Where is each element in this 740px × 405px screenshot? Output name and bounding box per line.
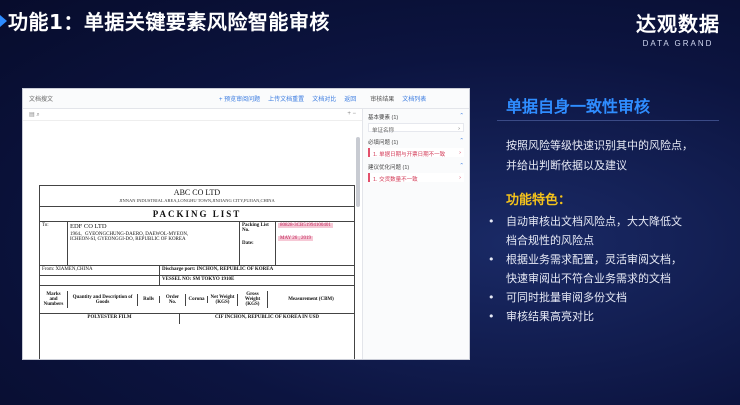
col-order-no: Order No. (160, 293, 186, 306)
brand-logo: 达观数据 DATA GRAND (636, 8, 720, 48)
scrollbar[interactable] (356, 137, 360, 207)
upload-reset-button[interactable]: 上传文档重置 (268, 94, 304, 103)
feature-text: 审核结果高亮对比 (506, 310, 594, 323)
review-item-text: 1. 单据日期与开票日期不一致 (373, 152, 446, 158)
feature-heading: 功能特色： (506, 193, 572, 208)
buyer-company: EDF CO LTD (70, 223, 107, 230)
review-group: 基本要素 (1) ⌃ 单证名称 › (368, 113, 464, 134)
title-arrow-icon (0, 15, 7, 27)
review-header: 审核结果 (370, 97, 395, 103)
review-group: 建议优化问题 (1) ⌃ 1. 交货数量不一致 › (368, 163, 464, 183)
page-icon[interactable]: ▤ ⌕ (29, 111, 40, 118)
packing-list-document: ABC CO LTD JINNAN INDUSTRIAL AREA,LONGHU… (39, 185, 355, 359)
review-item-text: 1. 交货数量不一致 (373, 177, 418, 183)
list-no-highlight[interactable]: 80828-3CB51994100401 (278, 223, 333, 228)
feature-text: 可同时批量审阅多份文档 (506, 291, 627, 304)
slide-title: 功能1：单据关键要素风险智能审核 (8, 10, 330, 34)
feature-item: 自动审核出文档风险点，大大降低文档合规性的风险点 (488, 212, 682, 250)
review-group: 必填问题 (1) ⌃ 1. 单据日期与开票日期不一致 › (368, 138, 464, 158)
from-port: From: XIAMEN,CHINA (40, 266, 160, 275)
viewer-toolbar: ▤ ⌕ + − (23, 109, 362, 121)
col-measurement: Measurement (CBM) (288, 297, 334, 302)
col-gross-weight: Gross Weight (KGS) (238, 291, 268, 308)
doc-list-link[interactable]: 文档列表 (402, 94, 426, 103)
col-net-weight: Net Weight (KGS) (208, 293, 238, 306)
group-label: 基本要素 (1) (368, 115, 399, 121)
discharge-port: Discharge port: INCHON, REPUBLIC OF KORE… (162, 267, 274, 272)
feature-text: 档合规性的风险点 (506, 234, 594, 247)
group-label: 建议优化问题 (1) (368, 165, 410, 171)
feature-text: 快速审阅出不符合业务需求的文档 (506, 272, 671, 285)
vessel-no: VESSEL NO: SM TOKYO 1910E (162, 277, 235, 282)
feature-item: 审核结果高亮对比 (488, 307, 682, 326)
col-rolls: Rolls (138, 296, 160, 303)
seller-company: ABC CO LTD (173, 188, 221, 197)
review-item[interactable]: 单证名称 › (368, 123, 464, 134)
description-line: 按照风险等级快速识别其中的风险点， (506, 139, 693, 152)
review-item-risk[interactable]: 1. 单据日期与开票日期不一致 › (368, 148, 464, 158)
document-viewer: ▤ ⌕ + − ABC CO LTD JINNAN INDUSTRIAL ARE… (23, 109, 363, 359)
chevron-right-icon: › (459, 150, 461, 156)
chevron-right-icon: › (458, 126, 460, 132)
col-marks: Marks and Numbers (40, 291, 68, 308)
buyer-address-1: 1964、GYEONGCHUNG-DAERO, DAEWOL-MYEON, (70, 232, 189, 237)
to-label: To: (40, 222, 68, 265)
date-label: Date: (242, 241, 254, 246)
chevron-right-icon: › (459, 175, 461, 181)
feature-list: 自动审核出文档风险点，大大降低文档合规性的风险点 根据业务需求配置，灵活审阅文档… (488, 212, 682, 326)
description-line: 并给出判断依据以及建议 (506, 159, 627, 172)
compare-button[interactable]: 文档对比 (312, 94, 336, 103)
review-item-risk[interactable]: 1. 交货数量不一致 › (368, 173, 464, 183)
brand-name: 达观数据 (636, 12, 720, 36)
preview-issues-button[interactable]: + 预览审阅问题 (219, 94, 260, 103)
expand-icon[interactable]: ⌃ (459, 163, 464, 171)
divider (497, 120, 719, 121)
back-button[interactable]: 返回 (344, 94, 356, 103)
document-title: 文档搜文 (29, 97, 54, 103)
review-panel: 基本要素 (1) ⌃ 单证名称 › 必填问题 (1) ⌃ 1. 单据日期与开票日期不一… (363, 109, 469, 359)
brand-subtitle: DATA GRAND (642, 39, 714, 48)
expand-icon[interactable]: ⌃ (459, 113, 464, 121)
document-heading: PACKING LIST (40, 206, 354, 222)
seller-address: JINNAN INDUSTRIAL AREA,LONGHU TOWN,JINJI… (119, 198, 275, 203)
zoom-icon[interactable]: + − (347, 111, 356, 118)
expand-icon[interactable]: ⌃ (459, 138, 464, 146)
col-corona: Corona (186, 296, 208, 303)
app-screenshot: 文档搜文 + 预览审阅问题 上传文档重置 文档对比 返回 审核结果 文档列表 ▤… (22, 88, 470, 360)
list-no-label: Packing List No. (242, 223, 269, 233)
feature-item: 根据业务需求配置，灵活审阅文档， 快速审阅出不符合业务需求的文档 (488, 250, 682, 288)
feature-text: 自动审核出文档风险点，大大降低文 (506, 215, 682, 228)
section-description: 按照风险等级快速识别其中的风险点， 并给出判断依据以及建议 (506, 136, 693, 176)
goods-name: POLYESTER FILM (40, 314, 180, 324)
review-item-text: 单证名称 (372, 128, 395, 134)
feature-text: 根据业务需求配置，灵活审阅文档， (506, 253, 682, 266)
buyer-address-2: ICHEON-SI, GYEONGGI-DO, REPUBLIC OF KORE… (70, 237, 186, 242)
app-toolbar: 文档搜文 + 预览审阅问题 上传文档重置 文档对比 返回 审核结果 文档列表 (23, 89, 469, 109)
trade-terms: CIF INCHON, REPUBLIC OF KOREA IN USD (215, 315, 319, 320)
date-highlight[interactable]: MAY 26 , 2019 (278, 236, 314, 241)
col-description: Quantity and Description of Goods (68, 293, 138, 306)
group-label: 必填问题 (1) (368, 140, 399, 146)
feature-item: 可同时批量审阅多份文档 (488, 288, 682, 307)
section-title: 单据自身一致性审核 (506, 97, 651, 116)
